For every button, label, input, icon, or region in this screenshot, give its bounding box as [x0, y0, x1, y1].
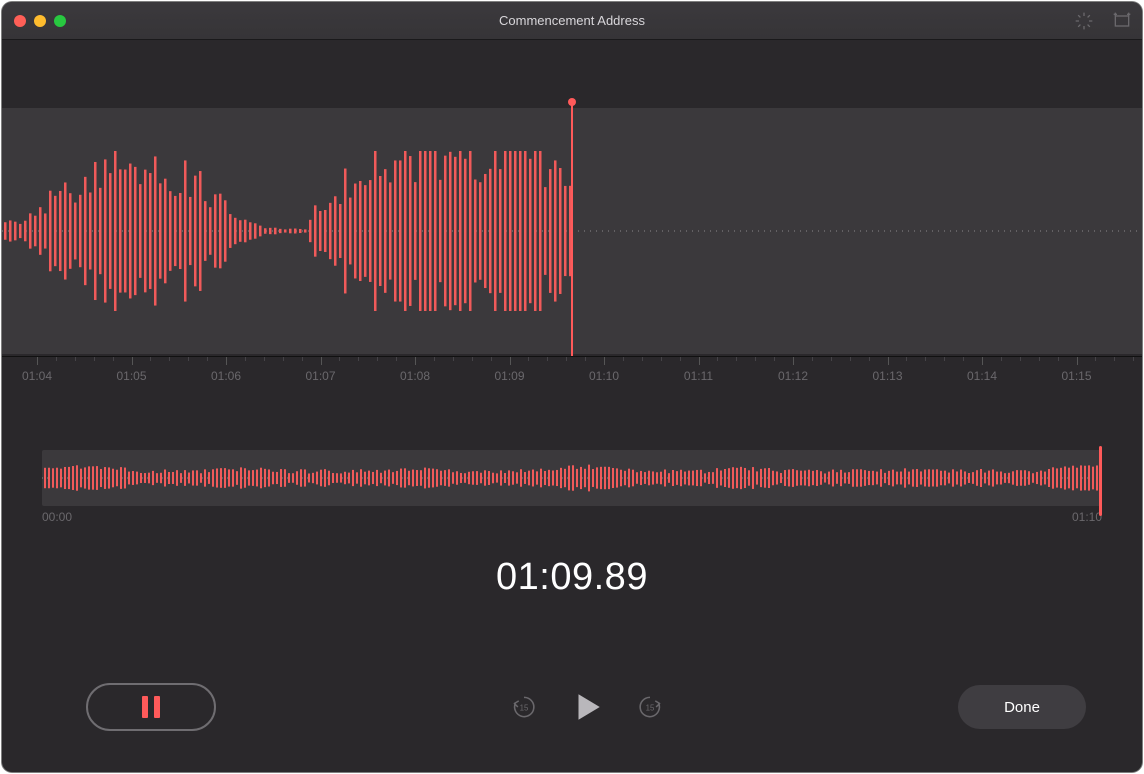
- ruler-tick-label: 01:06: [211, 369, 241, 383]
- skip-forward-seconds-label: 15: [646, 704, 655, 713]
- ruler-tick-label: 01:04: [22, 369, 52, 383]
- play-button[interactable]: [570, 690, 604, 724]
- overview-labels: 00:00 01:10: [42, 510, 1102, 524]
- maximize-window-button[interactable]: [54, 15, 66, 27]
- overview-waveform[interactable]: [42, 450, 1102, 506]
- traffic-lights: [14, 15, 66, 27]
- done-button-label: Done: [1004, 699, 1040, 716]
- ruler-tick-label: 01:09: [494, 369, 524, 383]
- ruler-tick-label: 01:05: [116, 369, 146, 383]
- ruler-tick-label: 01:14: [967, 369, 997, 383]
- done-button[interactable]: Done: [958, 685, 1086, 729]
- titlebar: Commencement Address: [2, 2, 1142, 40]
- close-window-button[interactable]: [14, 15, 26, 27]
- current-time-display: 01:09.89: [2, 556, 1142, 599]
- pause-icon: [142, 696, 160, 718]
- ruler-tick-label: 01:07: [305, 369, 335, 383]
- transport-controls: 15 15 Done: [2, 660, 1142, 772]
- toolbar-right: [1074, 2, 1132, 39]
- enhance-icon[interactable]: [1074, 11, 1094, 31]
- playhead[interactable]: [571, 102, 573, 360]
- time-ruler[interactable]: 01:04 01:05 01:06 01:07 01:08 01:09 01:10 01:11…: [2, 356, 1142, 398]
- waveform-panel: [2, 108, 1142, 354]
- minimize-window-button[interactable]: [34, 15, 46, 27]
- ruler-tick-label: 01:11: [684, 369, 713, 383]
- ruler-tick-label: 01:12: [778, 369, 808, 383]
- skip-back-15-button[interactable]: 15: [510, 693, 538, 721]
- pause-record-button[interactable]: [86, 683, 216, 731]
- overview-area: 00:00 01:10: [2, 398, 1142, 524]
- ruler-tick-label: 01:10: [589, 369, 619, 383]
- overview-end-label: 01:10: [1072, 510, 1102, 524]
- overview-waveform-canvas: [42, 450, 1102, 506]
- skip-forward-15-button[interactable]: 15: [636, 693, 664, 721]
- trim-icon[interactable]: [1112, 11, 1132, 31]
- overview-playhead[interactable]: [1099, 446, 1102, 516]
- skip-back-seconds-label: 15: [520, 704, 529, 713]
- playback-controls: 15 15: [510, 690, 664, 724]
- ruler-tick-label: 01:15: [1061, 369, 1091, 383]
- main-waveform-area[interactable]: [2, 40, 1142, 356]
- window-title: Commencement Address: [2, 13, 1142, 28]
- overview-start-label: 00:00: [42, 510, 72, 524]
- ruler-tick-label: 01:13: [872, 369, 902, 383]
- ruler-tick-label: 01:08: [400, 369, 430, 383]
- app-window: Commencement Address 01:0401:0501:0601:0…: [2, 2, 1142, 772]
